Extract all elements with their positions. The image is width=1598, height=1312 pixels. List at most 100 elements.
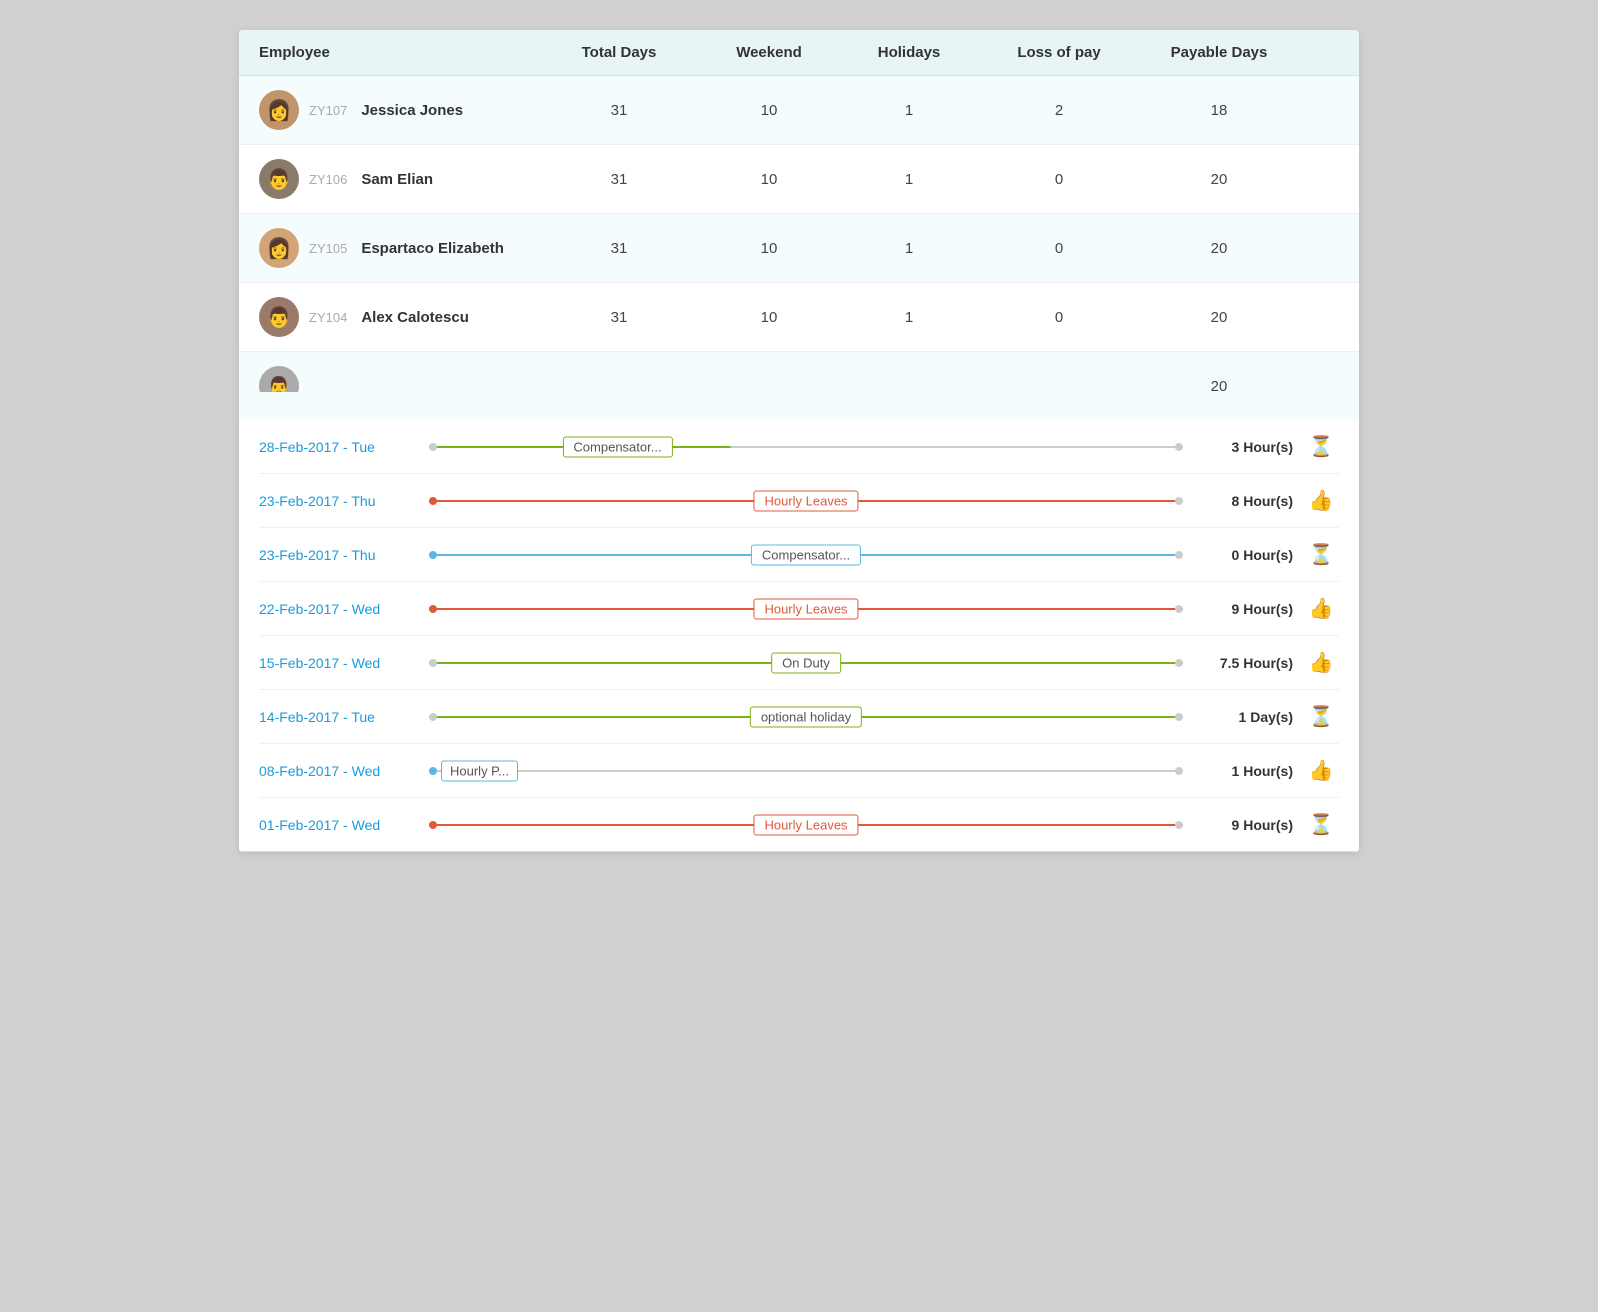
timeline-hours: 1 Hour(s) (1193, 763, 1293, 779)
list-item[interactable]: 15-Feb-2017 - Wed On Duty 7.5 Hour(s) 👍 (259, 636, 1339, 690)
timeline-bar: Hourly Leaves (429, 597, 1183, 621)
table-row[interactable]: 👩 ZY105 Espartaco Elizabeth 31 10 1 0 20 (239, 214, 1359, 283)
timeline-bar: Hourly Leaves (429, 813, 1183, 837)
timeline-date[interactable]: 22-Feb-2017 - Wed (259, 601, 419, 617)
hourglass-icon: ⏳ (1303, 434, 1339, 459)
thumbsup-icon: 👍 (1303, 650, 1339, 675)
list-item[interactable]: 28-Feb-2017 - Tue Compensator... 3 Hour(… (259, 420, 1339, 474)
payable-days: 20 (1139, 240, 1299, 257)
col-employee: Employee (259, 44, 539, 61)
list-item[interactable]: 08-Feb-2017 - Wed Hourly P... 1 Hour(s) … (259, 744, 1339, 798)
timeline-date[interactable]: 01-Feb-2017 - Wed (259, 817, 419, 833)
employee-info: 👩 ZY107 Jessica Jones (259, 90, 539, 130)
bar-label: Hourly Leaves (753, 814, 858, 835)
table-row[interactable]: 👨 ZY104 Alex Calotescu 31 10 1 0 20 (239, 283, 1359, 352)
list-item[interactable]: 01-Feb-2017 - Wed Hourly Leaves 9 Hour(s… (259, 798, 1339, 851)
hourglass-icon: ⏳ (1303, 812, 1339, 837)
timeline-bar: Compensator... (429, 435, 1183, 459)
weekend: 10 (699, 309, 839, 326)
table-header: Employee Total Days Weekend Holidays Los… (239, 30, 1359, 76)
thumbsup-icon: 👍 (1303, 488, 1339, 513)
timeline-rows: 28-Feb-2017 - Tue Compensator... 3 Hour(… (239, 420, 1359, 851)
total-days: 31 (539, 171, 699, 188)
holidays: 1 (839, 240, 979, 257)
bar-label: Compensator... (751, 544, 861, 565)
list-item[interactable]: 22-Feb-2017 - Wed Hourly Leaves 9 Hour(s… (259, 582, 1339, 636)
employee-id: ZY106 (309, 172, 347, 187)
timeline-date[interactable]: 23-Feb-2017 - Thu (259, 493, 419, 509)
thumbsup-icon: 👍 (1303, 758, 1339, 783)
timeline-bar: On Duty (429, 651, 1183, 675)
employee-id: ZY107 (309, 103, 347, 118)
holidays: 1 (839, 102, 979, 119)
employee-name: Jessica Jones (361, 102, 463, 119)
loss-of-pay: 2 (979, 102, 1139, 119)
timeline-date[interactable]: 15-Feb-2017 - Wed (259, 655, 419, 671)
timeline-hours: 0 Hour(s) (1193, 547, 1293, 563)
col-lop: Loss of pay (979, 44, 1139, 61)
col-payable: Payable Days (1139, 44, 1299, 61)
holidays: 1 (839, 171, 979, 188)
avatar: 👩 (259, 228, 299, 268)
total-days: 31 (539, 240, 699, 257)
weekend: 10 (699, 171, 839, 188)
payable-days: 20 (1139, 309, 1299, 326)
bar-label: Hourly Leaves (753, 598, 858, 619)
col-weekend: Weekend (699, 44, 839, 61)
avatar: 👨 (259, 297, 299, 337)
weekend: 10 (699, 240, 839, 257)
list-item[interactable]: 23-Feb-2017 - Thu Hourly Leaves 8 Hour(s… (259, 474, 1339, 528)
employee-info: 👨 ZY106 Sam Elian (259, 159, 539, 199)
avatar: 👩 (259, 90, 299, 130)
bar-label: Hourly P... (441, 760, 518, 781)
bar-label: optional holiday (750, 706, 862, 727)
payable-days: 20 (1139, 378, 1299, 395)
hourglass-icon: ⏳ (1303, 542, 1339, 567)
timeline-hours: 8 Hour(s) (1193, 493, 1293, 509)
loss-of-pay: 0 (979, 309, 1139, 326)
timeline-date[interactable]: 28-Feb-2017 - Tue (259, 439, 419, 455)
timeline-section: 28-Feb-2017 - Tue Compensator... 3 Hour(… (239, 420, 1359, 852)
table-row[interactable]: 👩 ZY107 Jessica Jones 31 10 1 2 18 (239, 76, 1359, 145)
holidays: 1 (839, 309, 979, 326)
avatar: 👨 (259, 159, 299, 199)
weekend: 10 (699, 102, 839, 119)
employee-name: Espartaco Elizabeth (361, 240, 504, 257)
list-item[interactable]: 23-Feb-2017 - Thu Compensator... 0 Hour(… (259, 528, 1339, 582)
timeline-bar: optional holiday (429, 705, 1183, 729)
total-days: 31 (539, 309, 699, 326)
main-container: Employee Total Days Weekend Holidays Los… (239, 30, 1359, 852)
timeline-date[interactable]: 23-Feb-2017 - Thu (259, 547, 419, 563)
table-row[interactable]: 👨 ZY106 Sam Elian 31 10 1 0 20 (239, 145, 1359, 214)
timeline-hours: 3 Hour(s) (1193, 439, 1293, 455)
timeline-hours: 9 Hour(s) (1193, 817, 1293, 833)
timeline-date[interactable]: 14-Feb-2017 - Tue (259, 709, 419, 725)
timeline-bar: Hourly P... (429, 759, 1183, 783)
loss-of-pay: 0 (979, 240, 1139, 257)
employee-id: ZY104 (309, 310, 347, 325)
bar-label: On Duty (771, 652, 841, 673)
timeline-hours: 7.5 Hour(s) (1193, 655, 1293, 671)
employee-info: 👩 ZY105 Espartaco Elizabeth (259, 228, 539, 268)
timeline-bar: Compensator... (429, 543, 1183, 567)
timeline-bar: Hourly Leaves (429, 489, 1183, 513)
loss-of-pay: 0 (979, 171, 1139, 188)
total-days: 31 (539, 102, 699, 119)
list-item[interactable]: 14-Feb-2017 - Tue optional holiday 1 Day… (259, 690, 1339, 744)
avatar: 👨 (259, 366, 299, 406)
employee-name: Alex Calotescu (361, 309, 469, 326)
employee-info: 👨 (259, 366, 539, 406)
table-row-expanded[interactable]: 👨 20 (239, 352, 1359, 420)
payable-days: 20 (1139, 171, 1299, 188)
employee-info: 👨 ZY104 Alex Calotescu (259, 297, 539, 337)
col-holidays: Holidays (839, 44, 979, 61)
employee-name: Sam Elian (361, 171, 433, 188)
timeline-hours: 1 Day(s) (1193, 709, 1293, 725)
hourglass-icon: ⏳ (1303, 704, 1339, 729)
col-total-days: Total Days (539, 44, 699, 61)
payable-days: 18 (1139, 102, 1299, 119)
timeline-hours: 9 Hour(s) (1193, 601, 1293, 617)
thumbsup-icon: 👍 (1303, 596, 1339, 621)
bar-label: Hourly Leaves (753, 490, 858, 511)
timeline-date[interactable]: 08-Feb-2017 - Wed (259, 763, 419, 779)
